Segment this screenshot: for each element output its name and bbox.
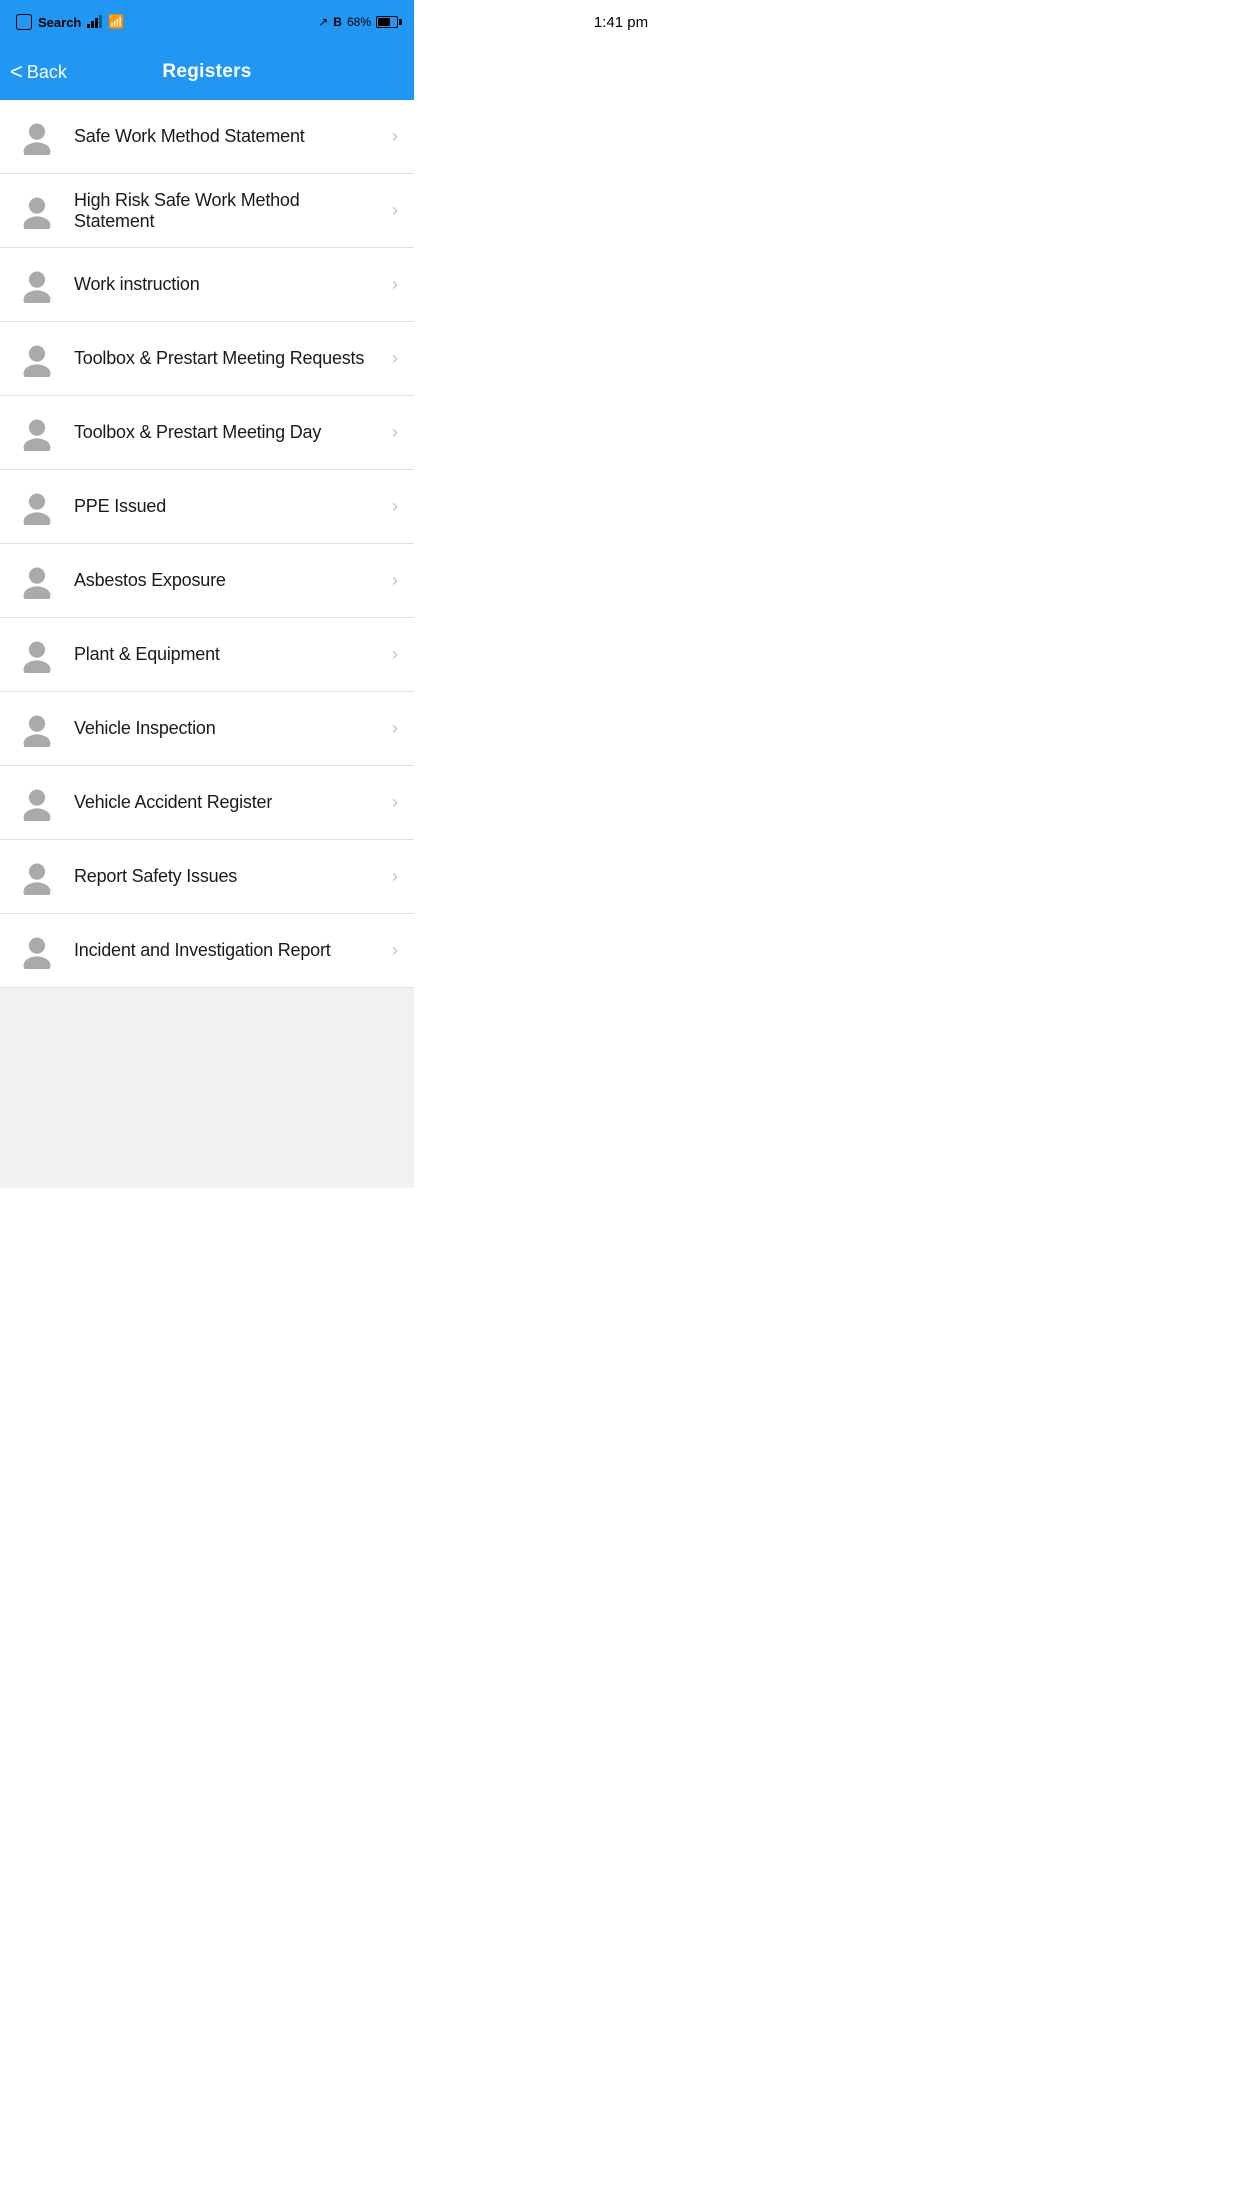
location-icon: ↗ [318, 15, 328, 29]
back-label: Back [27, 62, 67, 83]
chevron-right-icon: › [392, 940, 398, 961]
person-icon [16, 708, 58, 750]
chevron-right-icon: › [392, 570, 398, 591]
person-icon [16, 930, 58, 972]
registers-list: Safe Work Method Statement › High Risk Sa… [0, 100, 414, 988]
chevron-right-icon: › [392, 792, 398, 813]
chevron-right-icon: › [392, 644, 398, 665]
person-icon [16, 634, 58, 676]
list-item[interactable]: Asbestos Exposure › [0, 544, 414, 618]
person-icon [16, 560, 58, 602]
list-item-label: Toolbox & Prestart Meeting Day [74, 422, 384, 443]
wifi-icon: 📶 [108, 14, 124, 30]
status-time: 1:41 pm [594, 14, 648, 31]
list-item-label: Incident and Investigation Report [74, 940, 384, 961]
nav-bar: < Back Registers [0, 44, 414, 100]
person-icon [16, 412, 58, 454]
battery-icon [376, 16, 398, 28]
back-chevron-icon: < [10, 61, 23, 83]
list-item-label: Asbestos Exposure [74, 570, 384, 591]
person-icon [16, 486, 58, 528]
list-item[interactable]: PPE Issued › [0, 470, 414, 544]
back-button[interactable]: < Back [10, 61, 67, 83]
person-icon [16, 782, 58, 824]
list-item[interactable]: Vehicle Inspection › [0, 692, 414, 766]
bluetooth-icon: B [333, 15, 342, 29]
chevron-right-icon: › [392, 422, 398, 443]
list-item-label: Work instruction [74, 274, 384, 295]
list-item-label: Report Safety Issues [74, 866, 384, 887]
chevron-right-icon: › [392, 348, 398, 369]
chevron-right-icon: › [392, 126, 398, 147]
list-item[interactable]: High Risk Safe Work Method Statement › [0, 174, 414, 248]
person-icon [16, 856, 58, 898]
list-item-label: Safe Work Method Statement [74, 126, 384, 147]
list-item[interactable]: Work instruction › [0, 248, 414, 322]
list-item[interactable]: Report Safety Issues › [0, 840, 414, 914]
battery-icon-container [376, 16, 398, 28]
list-item[interactable]: Vehicle Accident Register › [0, 766, 414, 840]
chevron-right-icon: › [392, 496, 398, 517]
battery-percent: 68% [347, 15, 371, 29]
chevron-right-icon: › [392, 866, 398, 887]
status-bar: Search 📶 1:41 pm ↗ B 68% [0, 0, 414, 44]
chevron-right-icon: › [392, 200, 398, 221]
status-left: Search 📶 [16, 14, 125, 30]
list-item[interactable]: Toolbox & Prestart Meeting Requests › [0, 322, 414, 396]
list-item-label: PPE Issued [74, 496, 384, 517]
person-icon [16, 264, 58, 306]
person-icon [16, 338, 58, 380]
carrier-label: Search [38, 15, 81, 30]
status-right: ↗ B 68% [318, 15, 398, 29]
list-item-label: Toolbox & Prestart Meeting Requests [74, 348, 384, 369]
list-item[interactable]: Plant & Equipment › [0, 618, 414, 692]
person-icon [16, 116, 58, 158]
list-item-label: Vehicle Accident Register [74, 792, 384, 813]
list-item[interactable]: Safe Work Method Statement › [0, 100, 414, 174]
list-item-label: High Risk Safe Work Method Statement [74, 190, 384, 232]
bottom-space [0, 988, 414, 1188]
list-item-label: Plant & Equipment [74, 644, 384, 665]
chevron-right-icon: › [392, 274, 398, 295]
list-item[interactable]: Toolbox & Prestart Meeting Day › [0, 396, 414, 470]
list-item-label: Vehicle Inspection [74, 718, 384, 739]
page-title: Registers [162, 61, 251, 83]
battery-fill [378, 18, 390, 26]
signal-bars [87, 16, 102, 28]
person-icon [16, 190, 58, 232]
chevron-right-icon: › [392, 718, 398, 739]
list-item[interactable]: Incident and Investigation Report › [0, 914, 414, 988]
